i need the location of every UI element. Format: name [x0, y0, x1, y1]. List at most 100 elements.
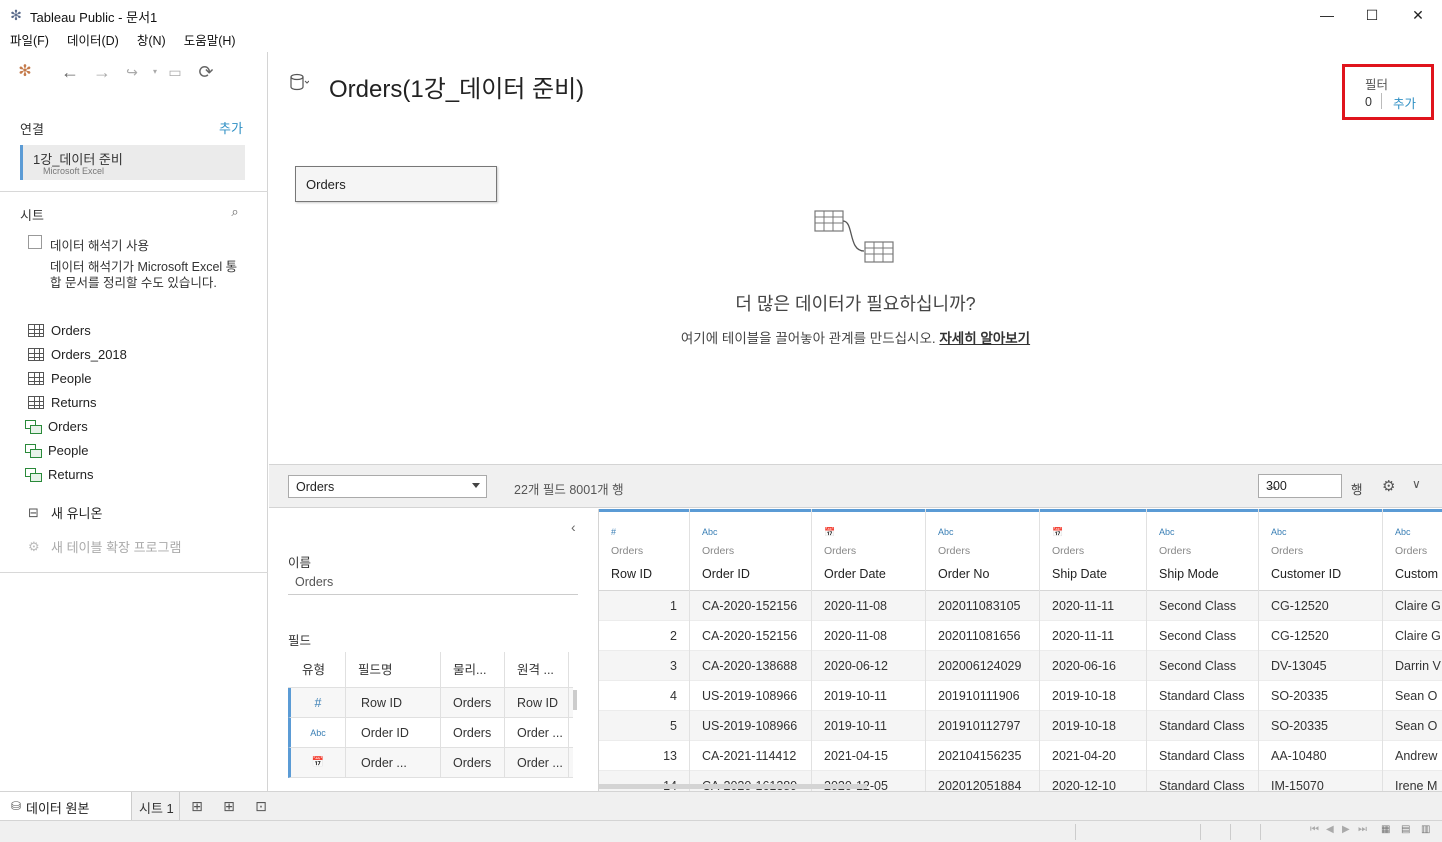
string-type-icon[interactable]: Abc: [291, 718, 346, 747]
column-header[interactable]: # Orders Row ID: [599, 509, 689, 591]
connection-item[interactable]: 1강_데이터 준비 Microsoft Excel: [20, 145, 245, 180]
add-connection-link[interactable]: 추가: [219, 118, 243, 137]
new-union-item[interactable]: ⊟ 새 유니온: [28, 502, 102, 522]
apply-arrow-icon[interactable]: →: [1266, 478, 1335, 493]
horizontal-scrollbar[interactable]: [599, 784, 867, 789]
grid-cell: SO-20335: [1259, 711, 1382, 741]
search-icon[interactable]: ⌕: [225, 202, 245, 222]
grid-cell: Irene M: [1383, 771, 1442, 791]
sheet-item-orders[interactable]: Orders: [28, 320, 91, 340]
column-header[interactable]: Abc Orders Order No: [926, 509, 1039, 591]
dropdown-caret-icon[interactable]: ▾: [145, 62, 165, 82]
tab-data-source-label: 데이터 원본: [26, 801, 90, 816]
named-range-orders[interactable]: Orders: [25, 416, 88, 436]
sheet-item-returns[interactable]: Returns: [28, 392, 97, 412]
column-header[interactable]: 📅 Orders Ship Date: [1040, 509, 1146, 591]
relationship-illustration-icon: [814, 210, 894, 263]
column-header[interactable]: 📅 Orders Order Date: [812, 509, 925, 591]
number-type-icon[interactable]: #: [291, 688, 346, 717]
header-field-name[interactable]: 필드명: [346, 652, 441, 687]
tab-sheet-1[interactable]: 시트 1: [132, 792, 180, 821]
column-name: Ship Mode: [1159, 567, 1219, 581]
named-range-returns[interactable]: Returns: [25, 464, 94, 484]
tableau-home-icon[interactable]: ✻: [15, 62, 35, 82]
field-type-icon[interactable]: #: [611, 527, 616, 537]
collapse-panel-icon[interactable]: ‹: [571, 519, 576, 535]
redo-icon[interactable]: ↪: [122, 62, 142, 82]
add-filter-link[interactable]: 추가: [1393, 93, 1416, 112]
grid-cell: AA-10480: [1259, 741, 1382, 771]
column-header[interactable]: Abc Orders Customer ID: [1259, 509, 1382, 591]
field-type-icon[interactable]: Abc: [1395, 527, 1411, 537]
header-type[interactable]: 유형: [288, 652, 346, 687]
column-header[interactable]: Abc Orders Custom: [1383, 509, 1442, 591]
field-physical: Orders: [441, 748, 505, 777]
forward-arrow-icon[interactable]: →: [92, 62, 112, 82]
table-icon: [28, 395, 44, 409]
grid-column: Abc Orders Order No 202011083105 20201108165…: [926, 509, 1040, 791]
back-arrow-icon[interactable]: ←: [60, 62, 80, 82]
column-header[interactable]: Abc Orders Order ID: [690, 509, 811, 591]
new-story-icon[interactable]: ⊡: [252, 797, 270, 815]
name-field[interactable]: Orders: [295, 575, 333, 589]
date-type-icon[interactable]: 📅: [291, 748, 346, 777]
interpreter-checkbox[interactable]: [28, 235, 42, 249]
field-row[interactable]: # Row ID Orders Row ID: [288, 688, 573, 718]
field-type-icon[interactable]: Abc: [702, 527, 718, 537]
column-header[interactable]: Abc Orders Ship Mode: [1147, 509, 1258, 591]
grid-view-icon[interactable]: ▦: [1381, 824, 1390, 835]
menu-file[interactable]: 파일(F): [10, 30, 49, 52]
close-button[interactable]: ✕: [1395, 0, 1441, 30]
column-source: Orders: [1395, 545, 1428, 557]
save-icon[interactable]: ▭: [165, 62, 185, 82]
header-physical-table[interactable]: 물리...: [441, 652, 505, 687]
grid-cell: 2019-10-18: [1040, 711, 1146, 741]
grid-cell: 4: [599, 681, 689, 711]
rows-input[interactable]: 300 →: [1258, 474, 1342, 498]
named-range-people[interactable]: People: [25, 440, 88, 460]
new-table-extension-item[interactable]: ⚙ 새 테이블 확장 프로그램: [28, 536, 181, 556]
divider: [288, 594, 578, 595]
menu-help[interactable]: 도움말(H): [184, 30, 236, 52]
first-page-icon[interactable]: ⏮: [1310, 824, 1319, 835]
field-row[interactable]: 📅 Order ... Orders Order ...: [288, 748, 573, 778]
maximize-button[interactable]: ☐: [1349, 0, 1395, 30]
header-remote-name[interactable]: 원격 ...: [505, 652, 569, 687]
learn-more-link[interactable]: 자세히 알아보기: [939, 331, 1030, 346]
datasource-cylinder-icon[interactable]: [289, 72, 309, 96]
new-dashboard-icon[interactable]: ⊞: [220, 797, 238, 815]
grid-cell: Andrew: [1383, 741, 1442, 771]
field-type-icon[interactable]: Abc: [1271, 527, 1287, 537]
sheet-item-people[interactable]: People: [28, 368, 91, 388]
table-chip-orders[interactable]: Orders: [295, 166, 497, 202]
menu-data[interactable]: 데이터(D): [67, 30, 119, 52]
new-worksheet-icon[interactable]: ⊞: [188, 797, 206, 815]
grid-column: 📅 Orders Ship Date 2020-11-11 2020-11-11 2020…: [1040, 509, 1147, 791]
datasource-title[interactable]: Orders(1강_데이터 준비): [329, 69, 584, 104]
table-select-dropdown[interactable]: Orders: [288, 475, 487, 498]
field-row[interactable]: Abc Order ID Orders Order ...: [288, 718, 573, 748]
last-page-icon[interactable]: ⏭: [1358, 824, 1367, 835]
prev-page-icon[interactable]: ◀: [1326, 824, 1334, 835]
union-icon: ⊟: [28, 504, 39, 520]
menu-window[interactable]: 창(N): [137, 30, 166, 52]
grid-cell: DV-13045: [1259, 651, 1382, 681]
field-type-icon[interactable]: 📅: [1052, 527, 1063, 538]
grid-cell: CA-2020-138688: [690, 651, 811, 681]
field-type-icon[interactable]: 📅: [824, 527, 835, 538]
field-physical: Orders: [441, 688, 505, 717]
field-type-icon[interactable]: Abc: [1159, 527, 1175, 537]
tab-data-source[interactable]: ⛁ 데이터 원본: [0, 792, 132, 821]
filmstrip-view-icon[interactable]: ▥: [1421, 824, 1430, 835]
list-view-icon[interactable]: ▤: [1401, 824, 1410, 835]
minimize-button[interactable]: —: [1304, 0, 1350, 30]
sheet-item-orders-2018[interactable]: Orders_2018: [28, 344, 127, 364]
field-type-icon[interactable]: Abc: [938, 527, 954, 537]
scrollbar[interactable]: [573, 690, 577, 710]
chevron-down-icon[interactable]: ∨: [1412, 477, 1421, 491]
grid-column: Abc Orders Custom Claire G Claire G Darrin VS…: [1383, 509, 1442, 791]
refresh-icon[interactable]: ⟳: [196, 62, 216, 82]
field-name: Row ID: [346, 688, 441, 717]
next-page-icon[interactable]: ▶: [1342, 824, 1350, 835]
gear-icon[interactable]: ⚙: [1382, 477, 1395, 495]
